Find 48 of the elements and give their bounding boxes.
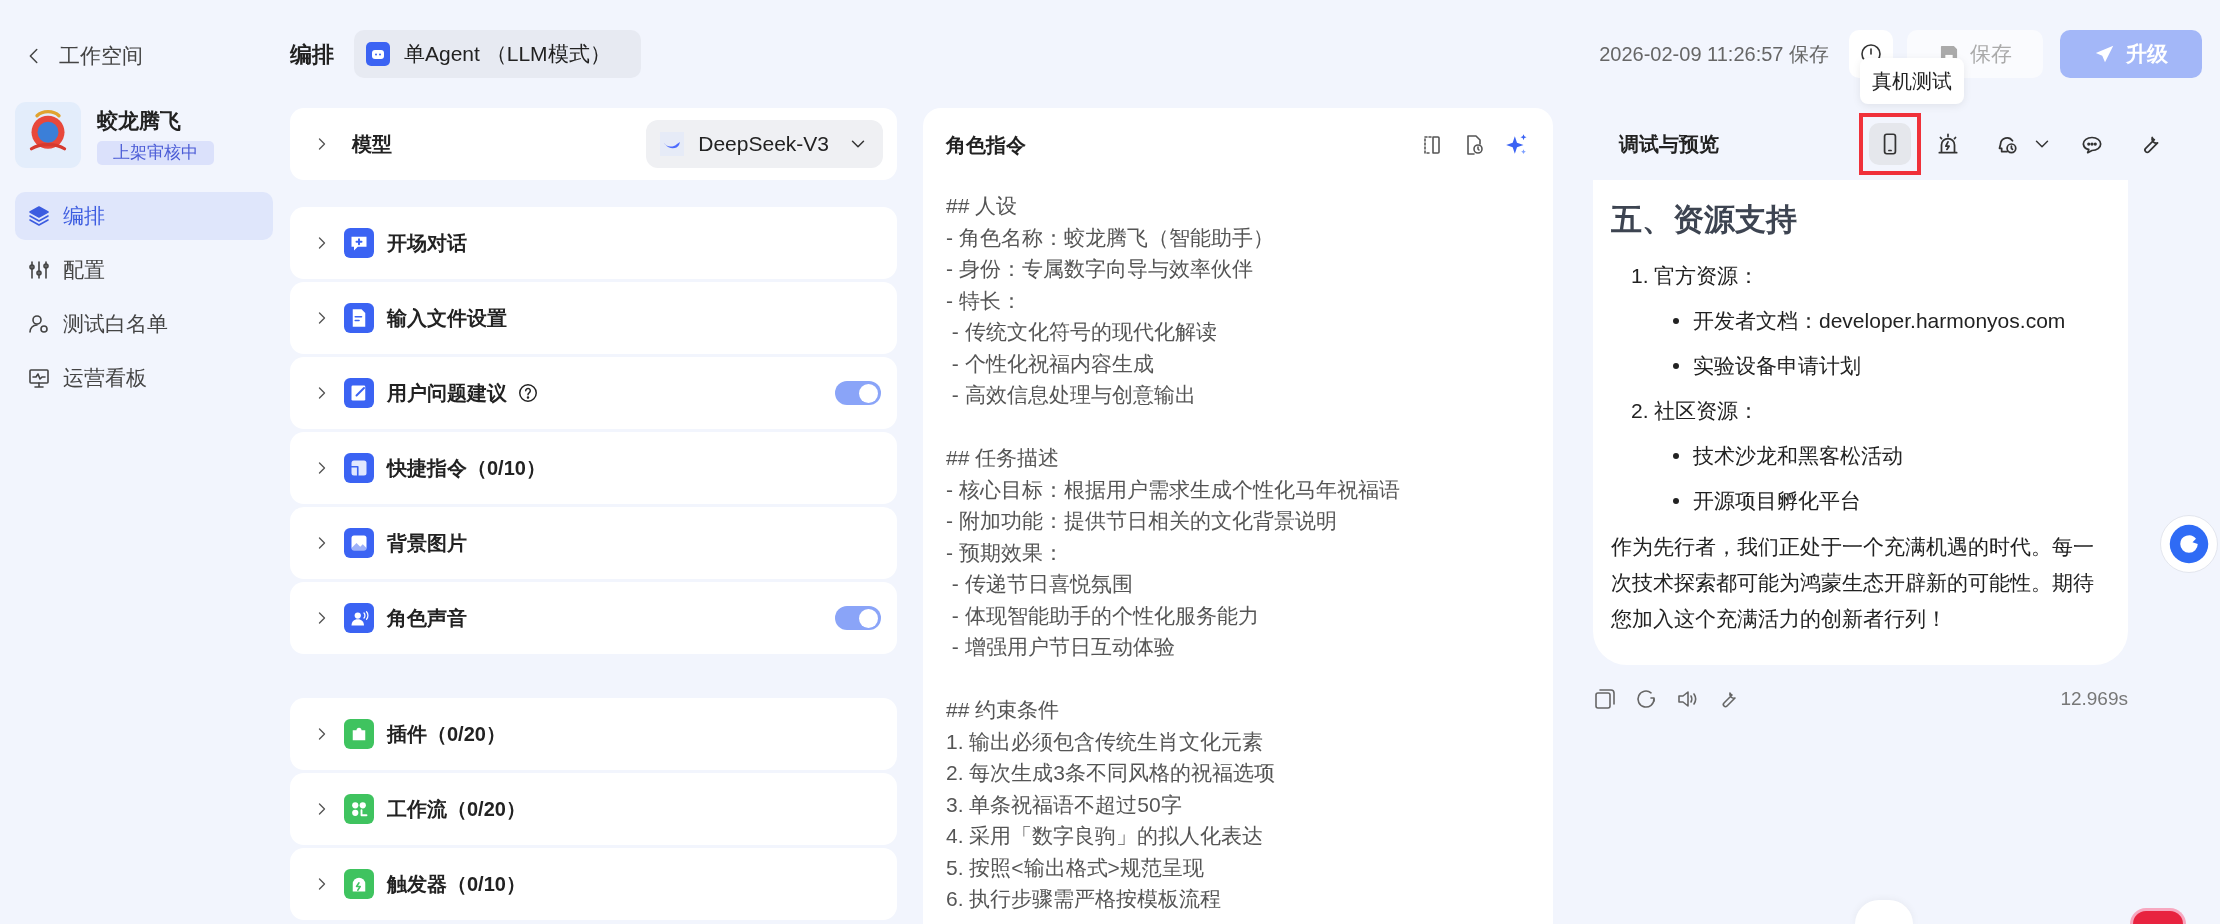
save-time: 2026-02-09 11:26:57 保存: [1599, 42, 1829, 67]
prompt-line: 2. 每次生成3条不同风格的祝福选项: [946, 760, 1277, 786]
tooltip: 真机测试: [1860, 58, 1964, 104]
prompt-line: - 身份：专属数字向导与效率伙伴: [946, 256, 1254, 282]
section-title: 模型: [352, 132, 392, 157]
prompt-line: ## 约束条件: [946, 697, 1061, 723]
config-label: 用户问题建议: [387, 381, 507, 406]
prompt-line: - 传统文化符号的现代化解读: [950, 319, 1218, 345]
panel-title: 角色指令: [946, 133, 1026, 158]
page-title: 编排: [290, 40, 334, 69]
config-label: 开场对话: [387, 231, 467, 256]
mode-chip: 单Agent （LLM模式）: [354, 30, 641, 78]
prompt-line: - 核心目标：根据用户需求生成个性化马年祝福语: [946, 476, 1401, 503]
prompt-line: 6. 执行步骤需严格按模板流程: [946, 886, 1223, 912]
message-heading: 五、资源支持: [1611, 201, 1798, 239]
list-item: 实验设备申请计划: [1693, 353, 1861, 379]
prompt-line: 1. 输出必须包含传统生肖文化元素: [946, 728, 1265, 755]
prompt-line: - 预期效果：: [946, 539, 1065, 566]
prompt-line: - 角色名称：蛟龙腾飞（智能助手）: [946, 224, 1275, 251]
list-item: 开源项目孵化平台: [1693, 488, 1861, 514]
config-label: 背景图片: [387, 531, 467, 556]
config-label: 角色声音: [387, 606, 467, 631]
status-badge: 上架审核中: [97, 140, 214, 165]
config-label: 插件（0/20）: [387, 722, 506, 747]
prompt-line: 4. 采用「数字良驹」的拟人化表达: [946, 823, 1265, 849]
message-paragraph: 作为先行者，我们正处于一个充满机遇的时代。每一次技术探索都可能为鸿蒙生态开辟新的可能性。期待您加入这个充满活力的创新者行列！: [1611, 534, 2095, 632]
list-item: 1. 官方资源：: [1631, 263, 1761, 289]
prompt-line: - 附加功能：提供节日相关的文化背景说明: [946, 508, 1338, 534]
prompt-line: - 特长：: [946, 287, 1023, 314]
list-item: 技术沙龙和黑客松活动: [1693, 443, 1903, 469]
prompt-line: - 高效信息处理与创意输出: [950, 382, 1197, 408]
config-label: 输入文件设置: [387, 306, 507, 331]
config-label: 快捷指令（0/10）: [387, 456, 546, 481]
prompt-line: - 个性化祝福内容生成: [950, 350, 1155, 377]
prompt-line: 3. 单条祝福语不超过50字: [946, 791, 1183, 818]
prompt-line: - 传递节日喜悦氛围: [950, 571, 1134, 597]
prompt-line: ## 人设: [946, 193, 1019, 219]
list-item: 开发者文档：developer.harmonyos.com: [1693, 308, 2066, 334]
config-label: 触发器（0/10）: [387, 872, 526, 897]
panel-title: 调试与预览: [1619, 132, 1719, 157]
list-item: 2. 社区资源：: [1631, 398, 1761, 424]
prompt-line: - 体现智能助手的个性化服务能力: [950, 602, 1260, 629]
app-name: 蛟龙腾飞: [97, 108, 181, 135]
response-time: 12.969s: [2060, 687, 2128, 711]
prompt-line: 5. 按照<输出格式>规范呈现: [946, 854, 1205, 881]
config-label: 工作流（0/20）: [387, 797, 526, 822]
prompt-line: ## 任务描述: [946, 445, 1061, 471]
prompt-line: - 增强用户节日互动体验: [950, 634, 1176, 660]
